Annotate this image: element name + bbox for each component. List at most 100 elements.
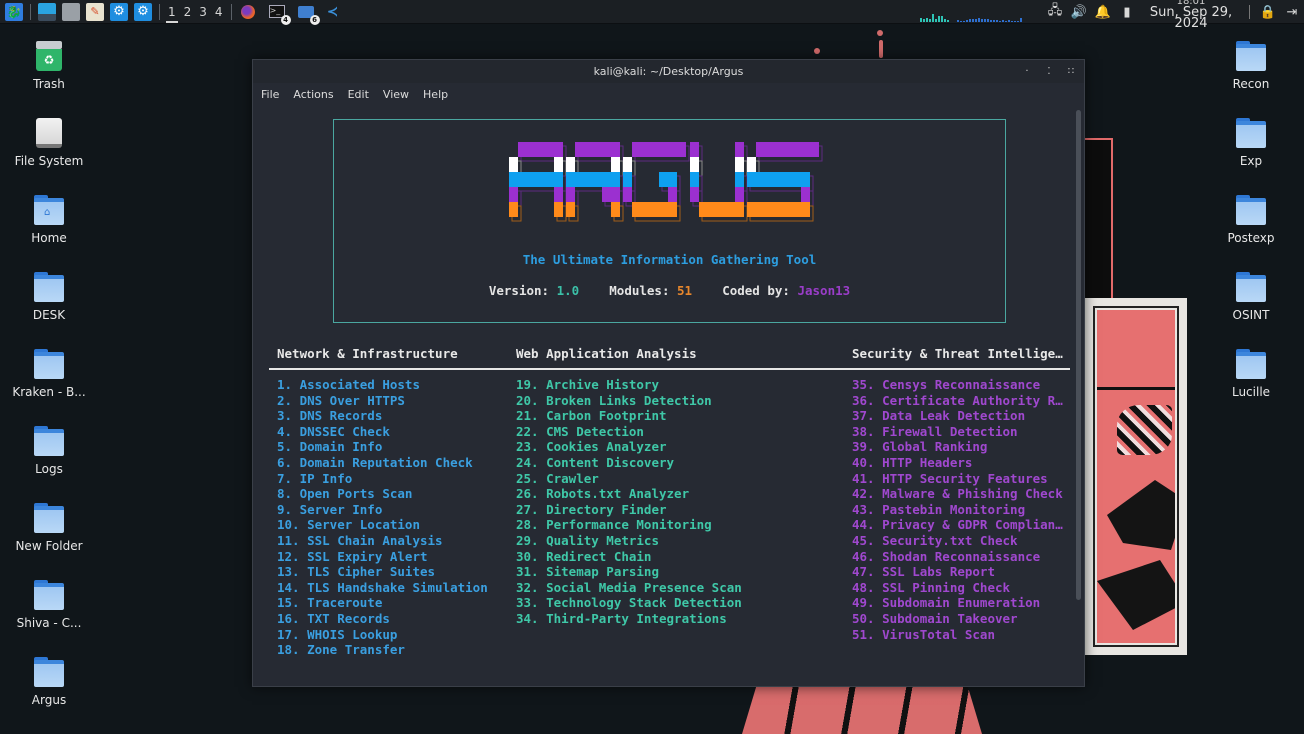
module-item[interactable]: 48. SSL Pinning Check	[852, 580, 1063, 596]
module-item[interactable]: 2. DNS Over HTTPS	[277, 393, 488, 409]
menu-edit[interactable]: Edit	[348, 88, 369, 101]
workspace-2-button[interactable]: 2	[180, 0, 196, 24]
module-item[interactable]: 20. Broken Links Detection	[516, 393, 742, 409]
desktop-icon-recon[interactable]: Recon	[1202, 41, 1300, 91]
bell-icon[interactable]: 🔔	[1093, 5, 1113, 20]
module-item[interactable]: 16. TXT Records	[277, 611, 488, 627]
desktop-icon-argus[interactable]: Argus	[0, 657, 98, 707]
file-manager-icon[interactable]	[62, 2, 80, 21]
settings-manager-icon[interactable]: ⚙	[134, 2, 152, 21]
module-item[interactable]: 14. TLS Handshake Simulation	[277, 580, 488, 596]
desktop-icon-home[interactable]: ⌂ Home	[0, 195, 98, 245]
menu-file[interactable]: File	[261, 88, 279, 101]
desktop-icon-exp[interactable]: Exp	[1202, 118, 1300, 168]
lock-icon[interactable]: 🔒	[1258, 5, 1278, 20]
battery-icon[interactable]: ▮	[1117, 5, 1137, 20]
desktop-icon-postexp[interactable]: Postexp	[1202, 195, 1300, 245]
logo-block	[623, 187, 632, 202]
module-item[interactable]: 18. Zone Transfer	[277, 642, 488, 658]
module-item[interactable]: 32. Social Media Presence Scan	[516, 580, 742, 596]
vscode-icon[interactable]: ≺	[324, 3, 342, 21]
module-item[interactable]: 45. Security.txt Check	[852, 533, 1063, 549]
kali-menu-icon[interactable]: 🐉	[5, 2, 23, 21]
desktop-icon-shiva[interactable]: Shiva - C...	[0, 580, 98, 630]
menu-actions[interactable]: Actions	[293, 88, 333, 101]
module-item[interactable]: 47. SSL Labs Report	[852, 564, 1063, 580]
network-icon[interactable]: 🖧	[1045, 1, 1065, 23]
module-item[interactable]: 5. Domain Info	[277, 439, 488, 455]
module-item[interactable]: 13. TLS Cipher Suites	[277, 564, 488, 580]
settings-gear-icon[interactable]: ⚙	[110, 2, 128, 21]
module-item[interactable]: 37. Data Leak Detection	[852, 408, 1063, 424]
desktop-icon-lucille[interactable]: Lucille	[1202, 349, 1300, 399]
module-item[interactable]: 34. Third-Party Integrations	[516, 611, 742, 627]
module-item[interactable]: 11. SSL Chain Analysis	[277, 533, 488, 549]
workspace-3-button[interactable]: 3	[195, 0, 211, 24]
module-item[interactable]: 31. Sitemap Parsing	[516, 564, 742, 580]
module-item[interactable]: 7. IP Info	[277, 471, 488, 487]
module-item[interactable]: 8. Open Ports Scan	[277, 486, 488, 502]
module-item[interactable]: 10. Server Location	[277, 517, 488, 533]
module-item[interactable]: 23. Cookies Analyzer	[516, 439, 742, 455]
module-item[interactable]: 46. Shodan Reconnaissance	[852, 549, 1063, 565]
module-item[interactable]: 6. Domain Reputation Check	[277, 455, 488, 471]
module-item[interactable]: 49. Subdomain Enumeration	[852, 595, 1063, 611]
module-item[interactable]: 50. Subdomain Takeover	[852, 611, 1063, 627]
module-item[interactable]: 40. HTTP Headers	[852, 455, 1063, 471]
module-item[interactable]: 38. Firewall Detection	[852, 424, 1063, 440]
logo-block	[690, 157, 699, 172]
desktop-icon-trash[interactable]: ♻ Trash	[0, 41, 98, 91]
module-item[interactable]: 51. VirusTotal Scan	[852, 627, 1063, 643]
logo-block	[602, 187, 620, 202]
desktop-icon-desk[interactable]: DESK	[0, 272, 98, 322]
terminal-scrollbar[interactable]	[1076, 110, 1081, 600]
text-editor-icon[interactable]: ✎	[86, 2, 104, 21]
menu-help[interactable]: Help	[423, 88, 448, 101]
close-button[interactable]: ∷	[1066, 66, 1076, 77]
module-item[interactable]: 3. DNS Records	[277, 408, 488, 424]
module-item[interactable]: 35. Censys Reconnaissance	[852, 377, 1063, 393]
terminal-output[interactable]: The Ultimate Information Gathering Tool …	[253, 105, 1084, 686]
desktop-icon-osint[interactable]: OSINT	[1202, 272, 1300, 322]
module-item[interactable]: 12. SSL Expiry Alert	[277, 549, 488, 565]
files-taskbar-button[interactable]: 6	[297, 3, 320, 25]
module-item[interactable]: 33. Technology Stack Detection	[516, 595, 742, 611]
clock[interactable]: 18:01 Sun, Sep 29, 2024	[1143, 0, 1239, 30]
minimize-button[interactable]: ·	[1022, 66, 1032, 77]
module-item[interactable]: 24. Content Discovery	[516, 455, 742, 471]
module-item[interactable]: 17. WHOIS Lookup	[277, 627, 488, 643]
firefox-taskbar-button[interactable]	[239, 3, 257, 21]
module-item[interactable]: 43. Pastebin Monitoring	[852, 502, 1063, 518]
module-item[interactable]: 1. Associated Hosts	[277, 377, 488, 393]
module-item[interactable]: 27. Directory Finder	[516, 502, 742, 518]
window-titlebar[interactable]: kali@kali: ~/Desktop/Argus · ⁚ ∷	[253, 60, 1084, 83]
logout-icon[interactable]: ⇥	[1282, 5, 1302, 20]
module-item[interactable]: 44. Privacy & GDPR Complian…	[852, 517, 1063, 533]
show-desktop-icon[interactable]	[38, 2, 56, 21]
module-item[interactable]: 29. Quality Metrics	[516, 533, 742, 549]
desktop-icon-new-folder[interactable]: New Folder	[0, 503, 98, 553]
terminal-taskbar-button[interactable]: >_ 4	[268, 3, 291, 25]
desktop-icon-kraken[interactable]: Kraken - B...	[0, 349, 98, 399]
volume-icon[interactable]: 🔊	[1069, 5, 1089, 20]
maximize-button[interactable]: ⁚	[1044, 66, 1054, 77]
menu-view[interactable]: View	[383, 88, 409, 101]
module-item[interactable]: 4. DNSSEC Check	[277, 424, 488, 440]
module-item[interactable]: 25. Crawler	[516, 471, 742, 487]
module-item[interactable]: 26. Robots.txt Analyzer	[516, 486, 742, 502]
module-item[interactable]: 41. HTTP Security Features	[852, 471, 1063, 487]
module-item[interactable]: 9. Server Info	[277, 502, 488, 518]
module-item[interactable]: 19. Archive History	[516, 377, 742, 393]
module-item[interactable]: 36. Certificate Authority R…	[852, 393, 1063, 409]
module-item[interactable]: 15. Traceroute	[277, 595, 488, 611]
desktop-icon-logs[interactable]: Logs	[0, 426, 98, 476]
desktop-icon-file-system[interactable]: File System	[0, 118, 98, 168]
module-item[interactable]: 28. Performance Monitoring	[516, 517, 742, 533]
module-item[interactable]: 39. Global Ranking	[852, 439, 1063, 455]
module-item[interactable]: 30. Redirect Chain	[516, 549, 742, 565]
workspace-4-button[interactable]: 4	[211, 0, 227, 24]
module-item[interactable]: 22. CMS Detection	[516, 424, 742, 440]
module-item[interactable]: 42. Malware & Phishing Check	[852, 486, 1063, 502]
workspace-1-button[interactable]: 1	[164, 0, 180, 24]
module-item[interactable]: 21. Carbon Footprint	[516, 408, 742, 424]
